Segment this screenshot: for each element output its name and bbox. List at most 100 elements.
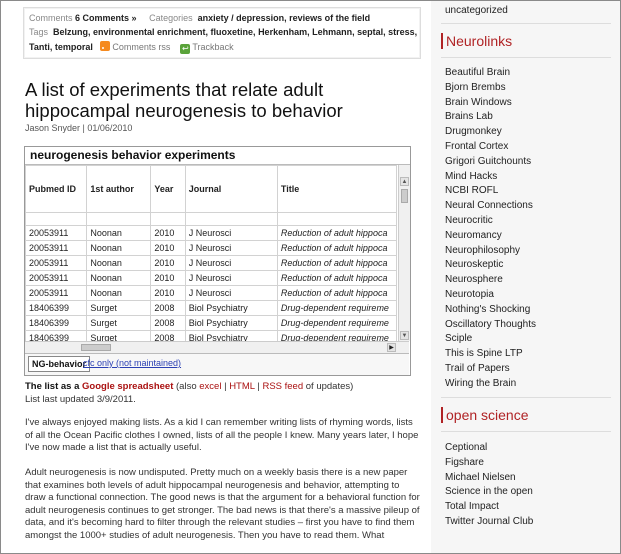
cell[interactable]: Noonan <box>86 270 152 286</box>
neurolink-item[interactable]: Beautiful Brain <box>445 66 536 81</box>
open-science-item[interactable]: Twitter Journal Club <box>445 515 533 530</box>
cell[interactable]: Surget <box>86 300 152 316</box>
neurolink-item[interactable]: Neurosphere <box>445 273 536 288</box>
neurolink-item[interactable]: Mind Hacks <box>445 170 536 185</box>
cell[interactable]: 2008 <box>150 315 186 331</box>
cell[interactable]: 20053911 <box>25 240 88 256</box>
cell[interactable]: Biol Psychiatry <box>184 315 278 331</box>
cell[interactable]: 20053911 <box>25 225 88 241</box>
tab-ng-behavior[interactable]: NG-behavior <box>28 356 91 372</box>
neurolink-item[interactable]: Trail of Papers <box>445 362 536 377</box>
neurolink-item[interactable]: Neuroskeptic <box>445 258 536 273</box>
cell[interactable]: Reduction of adult hippoca <box>276 225 397 241</box>
cell[interactable]: Surget <box>86 330 152 341</box>
tab-cfc-only[interactable]: cfc only (not maintained) <box>83 358 181 368</box>
scroll-up-arrow-icon[interactable]: ▲ <box>400 177 409 186</box>
neurolink-item[interactable]: Neural Connections <box>445 199 536 214</box>
neurolink-item[interactable]: Brain Windows <box>445 96 536 111</box>
cell[interactable]: Biol Psychiatry <box>184 300 278 316</box>
embedded-spreadsheet[interactable]: neurogenesis behavior experiments Pubmed… <box>24 146 411 376</box>
cell[interactable]: Reduction of adult hippoca <box>276 270 397 286</box>
neurolink-item[interactable]: Bjorn Brembs <box>445 81 536 96</box>
cell[interactable]: Biol Psychiatry <box>184 330 278 341</box>
neurolink-item[interactable]: Frontal Cortex <box>445 140 536 155</box>
vertical-scroll-thumb[interactable] <box>401 189 408 203</box>
post-title[interactable]: A list of experiments that relate adult … <box>25 79 415 121</box>
cell[interactable]: Noonan <box>86 225 152 241</box>
neurolink-item[interactable]: NCBI ROFL <box>445 184 536 199</box>
cell[interactable]: 20053911 <box>25 285 88 301</box>
cell[interactable]: Drug-dependent requireme <box>276 315 397 331</box>
rss-feed-link[interactable]: RSS feed <box>262 381 303 392</box>
cell[interactable]: Noonan <box>86 285 152 301</box>
cell[interactable]: Reduction of adult hippoca <box>276 240 397 256</box>
cell[interactable]: 2008 <box>150 300 186 316</box>
neurolink-item[interactable]: This is Spine LTP <box>445 347 536 362</box>
table-row[interactable]: 20053911 Noonan 2010 J Neurosci Reduction of… <box>25 240 397 256</box>
scroll-right-arrow-icon[interactable]: ▶ <box>387 343 396 352</box>
col-title[interactable]: Title <box>276 165 397 213</box>
cell[interactable]: J Neurosci <box>184 225 278 241</box>
table-row[interactable]: 18406399 Surget 2008 Biol Psychiatry Drug-de… <box>25 300 397 316</box>
open-science-item[interactable]: Figshare <box>445 456 533 471</box>
cell[interactable]: 2008 <box>150 330 186 341</box>
cell[interactable]: 18406399 <box>25 330 88 341</box>
excel-link[interactable]: excel <box>199 381 221 392</box>
open-science-item[interactable]: Ceptional <box>445 441 533 456</box>
cell[interactable]: Drug-dependent requireme <box>276 300 397 316</box>
comments-link[interactable]: 6 Comments » <box>75 13 137 23</box>
tags-list-cont[interactable]: Tanti, temporal <box>29 42 93 52</box>
cell[interactable]: Noonan <box>86 255 152 271</box>
table-row[interactable]: 20053911 Noonan 2010 J Neurosci Reduction of… <box>25 270 397 286</box>
open-science-item[interactable]: Total Impact <box>445 500 533 515</box>
cell[interactable]: Drug-dependent requireme <box>276 330 397 341</box>
html-link[interactable]: HTML <box>229 381 255 392</box>
open-science-item[interactable]: Science in the open <box>445 485 533 500</box>
horizontal-scrollbar[interactable]: ▶ <box>25 341 409 353</box>
neurolink-item[interactable]: Neuromancy <box>445 229 536 244</box>
col-journal[interactable]: Journal <box>184 165 278 213</box>
cell[interactable]: 18406399 <box>25 315 88 331</box>
cell[interactable]: 2010 <box>150 225 186 241</box>
comments-rss-link[interactable]: Comments rss <box>112 42 170 52</box>
cell[interactable]: 20053911 <box>25 255 88 271</box>
cell[interactable]: 20053911 <box>25 270 88 286</box>
neurolink-item[interactable]: Neurocritic <box>445 214 536 229</box>
cell[interactable]: Reduction of adult hippoca <box>276 255 397 271</box>
cell[interactable]: 2010 <box>150 270 186 286</box>
neurolink-item[interactable]: Nothing's Shocking <box>445 303 536 318</box>
sheet-grid[interactable]: Pubmed ID 1st author Year Journal Title … <box>25 165 397 341</box>
tags-list[interactable]: Belzung, environmental enrichment, fluox… <box>53 27 417 37</box>
vertical-scrollbar[interactable]: ▲ ▼ <box>398 165 410 341</box>
col-first-author[interactable]: 1st author <box>86 165 152 213</box>
cell[interactable]: Surget <box>86 315 152 331</box>
neurolink-item[interactable]: Sciple <box>445 332 536 347</box>
table-row[interactable]: 20053911 Noonan 2010 J Neurosci Reduction of… <box>25 225 397 241</box>
cell[interactable]: Reduction of adult hippoca <box>276 285 397 301</box>
cell[interactable]: 2010 <box>150 285 186 301</box>
neurolink-item[interactable]: Wiring the Brain <box>445 377 536 392</box>
trackback-link[interactable]: Trackback <box>192 42 233 52</box>
neurolink-item[interactable]: Grigori Guitchounts <box>445 155 536 170</box>
col-year[interactable]: Year <box>150 165 186 213</box>
table-row[interactable]: 20053911 Noonan 2010 J Neurosci Reduction of… <box>25 285 397 301</box>
categories-value[interactable]: anxiety / depression, reviews of the fie… <box>198 13 371 23</box>
table-row[interactable]: 18406399 Surget 2008 Biol Psychiatry Drug-de… <box>25 330 397 341</box>
google-spreadsheet-link[interactable]: Google spreadsheet <box>82 381 173 392</box>
neurolink-item[interactable]: Neurophilosophy <box>445 244 536 259</box>
cell[interactable]: 2010 <box>150 255 186 271</box>
neurolink-item[interactable]: Oscillatory Thoughts <box>445 318 536 333</box>
col-pubmed-id[interactable]: Pubmed ID <box>25 165 88 213</box>
cell[interactable]: J Neurosci <box>184 285 278 301</box>
cell[interactable]: J Neurosci <box>184 270 278 286</box>
cell[interactable]: 2010 <box>150 240 186 256</box>
horizontal-scroll-thumb[interactable] <box>81 344 111 351</box>
table-row[interactable]: 20053911 Noonan 2010 J Neurosci Reduction of… <box>25 255 397 271</box>
sidebar-uncategorized-link[interactable]: uncategorized <box>445 5 508 16</box>
open-science-item[interactable]: Michael Nielsen <box>445 471 533 486</box>
neurolink-item[interactable]: Drugmonkey <box>445 125 536 140</box>
cell[interactable]: Noonan <box>86 240 152 256</box>
neurolink-item[interactable]: Neurotopia <box>445 288 536 303</box>
cell[interactable]: 18406399 <box>25 300 88 316</box>
table-row[interactable]: 18406399 Surget 2008 Biol Psychiatry Drug-de… <box>25 315 397 331</box>
